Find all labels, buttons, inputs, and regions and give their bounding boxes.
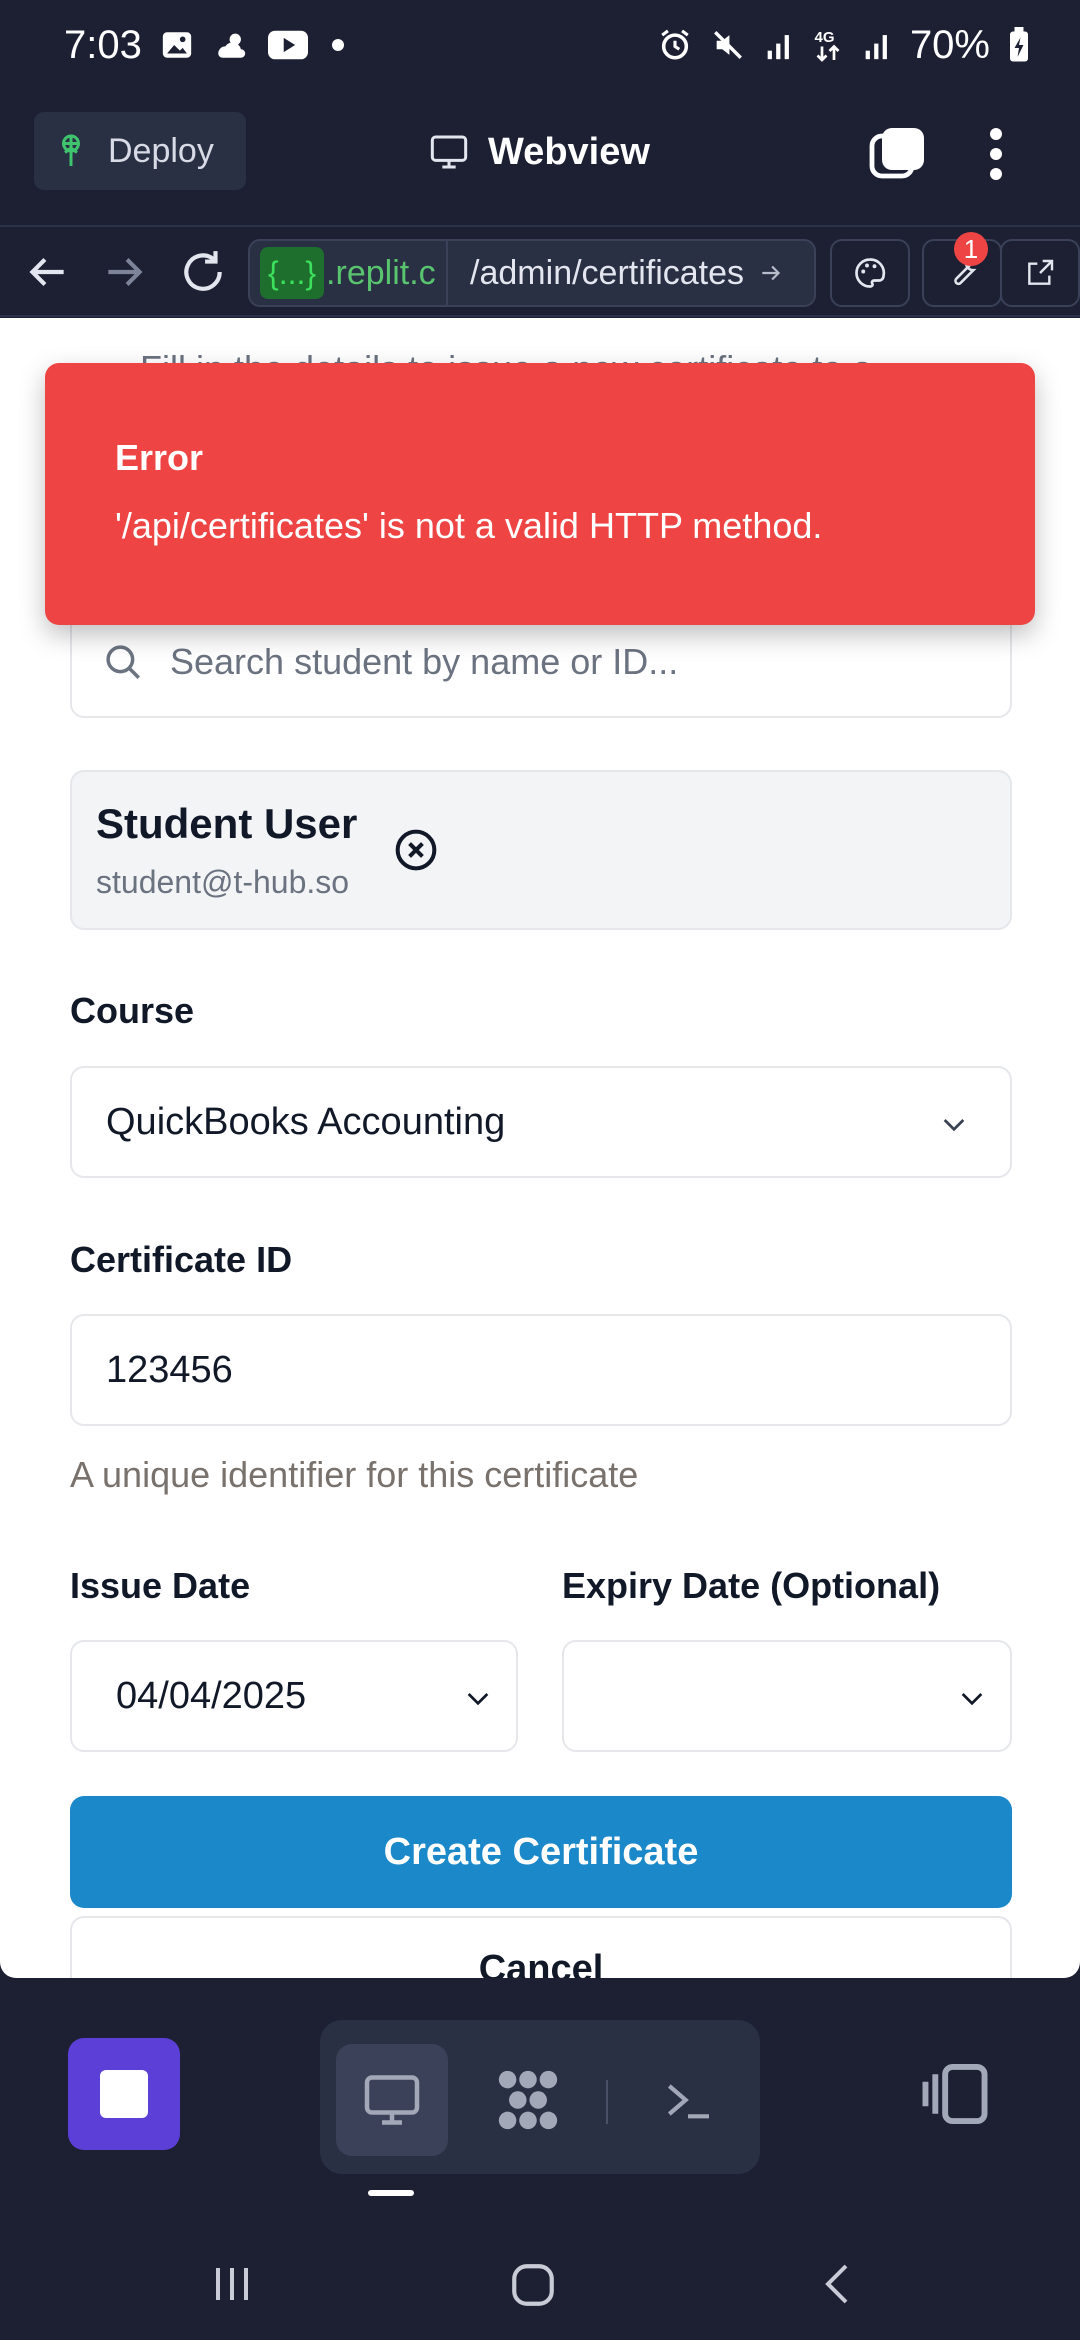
home-indicator (368, 2190, 414, 2196)
open-external-button[interactable] (1000, 239, 1080, 307)
youtube-icon (267, 30, 308, 60)
issue-date-picker[interactable]: 04/04/2025 (70, 1640, 518, 1752)
url-input[interactable]: {...} .replit.c /admin/certificates (248, 239, 816, 307)
selected-student-card: Student User student@t-hub.so (70, 770, 1012, 930)
url-path: /admin/certificates (470, 253, 745, 292)
expiry-date-picker[interactable] (562, 1640, 1012, 1752)
certificate-id-input[interactable]: 123456 (70, 1314, 1012, 1426)
student-search-input[interactable] (170, 641, 950, 683)
notification-dot (331, 39, 344, 51)
tabs-button[interactable] (868, 124, 928, 184)
view-mode-group (320, 2020, 760, 2174)
signal-icon (767, 35, 789, 60)
back-arrow-icon[interactable] (22, 247, 72, 297)
shell-mode-button[interactable] (632, 2044, 744, 2156)
student-name: Student User (96, 800, 358, 847)
issue-date-value: 04/04/2025 (116, 1674, 307, 1717)
deploy-button[interactable]: Deploy (34, 112, 246, 190)
url-bar: {...} .replit.c /admin/certificates (0, 225, 1080, 317)
webview-title-text: Webview (488, 130, 650, 173)
monitor-icon (430, 135, 468, 169)
dots-pattern-icon (498, 2070, 558, 2130)
course-select[interactable]: QuickBooks Accounting (70, 1066, 1012, 1178)
course-value: QuickBooks Accounting (106, 1100, 506, 1143)
chevron-down-icon (961, 1693, 983, 1706)
webview-mode-button[interactable] (336, 2044, 448, 2156)
recent-apps-icon[interactable] (208, 2260, 256, 2308)
go-arrow-icon[interactable] (758, 260, 784, 286)
certificate-id-label: Certificate ID (70, 1239, 293, 1280)
status-time: 7:03 (64, 22, 142, 67)
notification-badge: 1 (954, 232, 988, 266)
palette-button[interactable] (830, 239, 910, 307)
stop-icon (100, 2070, 148, 2118)
weather-icon (218, 33, 246, 58)
deploy-label: Deploy (108, 131, 214, 170)
signal-icon-2 (865, 35, 887, 60)
url-domain: .replit.c (326, 253, 436, 292)
split-view-icon[interactable] (920, 2062, 990, 2126)
webview-title: Webview (428, 122, 650, 182)
battery-percent: 70% (909, 22, 990, 67)
url-separator (446, 241, 449, 305)
expiry-date-label: Expiry Date (Optional) (562, 1565, 941, 1606)
url-tag: {...} (260, 247, 325, 299)
system-nav-bar (0, 2230, 1080, 2340)
palette-icon (855, 258, 886, 288)
mode-divider (606, 2080, 608, 2124)
search-icon (106, 645, 140, 679)
toast-message: '/api/certificates' is not a valid HTTP … (115, 505, 823, 546)
gallery-icon (162, 32, 192, 58)
certificate-id-hint: A unique identifier for this certificate (70, 1454, 639, 1495)
bottom-toolbar (0, 2010, 1080, 2174)
course-label: Course (70, 990, 195, 1031)
deploy-icon (62, 134, 80, 166)
forward-arrow-icon[interactable] (100, 247, 150, 297)
terminal-icon (667, 2084, 709, 2119)
issue-date-label: Issue Date (70, 1565, 251, 1606)
error-toast[interactable]: Error '/api/certificates' is not a valid… (45, 363, 1035, 625)
toast-title: Error (115, 437, 204, 478)
svg-text:4G: 4G (814, 29, 834, 46)
home-icon[interactable] (508, 2260, 558, 2310)
student-email: student@t-hub.so (96, 864, 350, 900)
mute-icon (713, 31, 742, 59)
app-bar: Deploy Webview (0, 100, 1080, 210)
monitor-icon (364, 2075, 420, 2125)
chevron-down-icon (943, 1119, 965, 1132)
alarm-icon (661, 29, 689, 60)
reload-icon[interactable] (178, 247, 228, 297)
replit-mode-button[interactable] (472, 2044, 584, 2156)
stop-button[interactable] (68, 2038, 180, 2150)
back-icon[interactable] (814, 2260, 862, 2308)
more-options-button[interactable] (978, 124, 1014, 184)
chevron-down-icon (467, 1693, 489, 1706)
4g-icon: 4G (814, 29, 840, 62)
remove-student-icon[interactable] (394, 828, 438, 872)
external-link-icon (1028, 259, 1054, 285)
status-bar: 7:03 4G 70% (0, 0, 1080, 90)
create-certificate-button[interactable]: Create Certificate (70, 1796, 1012, 1908)
battery-charging-icon (1010, 27, 1028, 62)
cancel-button[interactable]: Cancel (70, 1916, 1012, 1978)
